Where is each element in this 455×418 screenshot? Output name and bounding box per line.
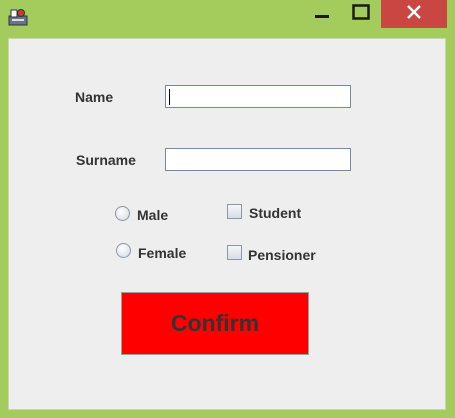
- form-panel: Name Surname Male Female Student Pension…: [8, 38, 446, 410]
- app-window: Name Surname Male Female Student Pension…: [0, 0, 455, 418]
- surname-field[interactable]: [165, 148, 351, 171]
- name-field[interactable]: [165, 85, 351, 108]
- maximize-button[interactable]: [342, 0, 380, 28]
- student-checkbox[interactable]: [227, 204, 242, 219]
- male-label: Male: [137, 207, 169, 223]
- name-label: Name: [75, 89, 114, 105]
- maximize-icon: [352, 3, 370, 25]
- title-bar[interactable]: [0, 0, 455, 38]
- student-label: Student: [249, 205, 302, 221]
- minimize-icon: [314, 4, 330, 25]
- close-icon: [407, 4, 421, 24]
- female-label: Female: [138, 245, 187, 261]
- text-caret: [169, 89, 170, 105]
- confirm-button[interactable]: Confirm: [121, 292, 309, 355]
- minimize-button[interactable]: [303, 0, 341, 28]
- close-button[interactable]: [381, 0, 447, 28]
- pensioner-checkbox[interactable]: [227, 245, 242, 260]
- pensioner-label: Pensioner: [248, 247, 316, 263]
- app-icon[interactable]: [7, 7, 29, 27]
- male-radio[interactable]: [115, 206, 130, 221]
- female-radio[interactable]: [116, 243, 131, 258]
- surname-label: Surname: [76, 152, 136, 168]
